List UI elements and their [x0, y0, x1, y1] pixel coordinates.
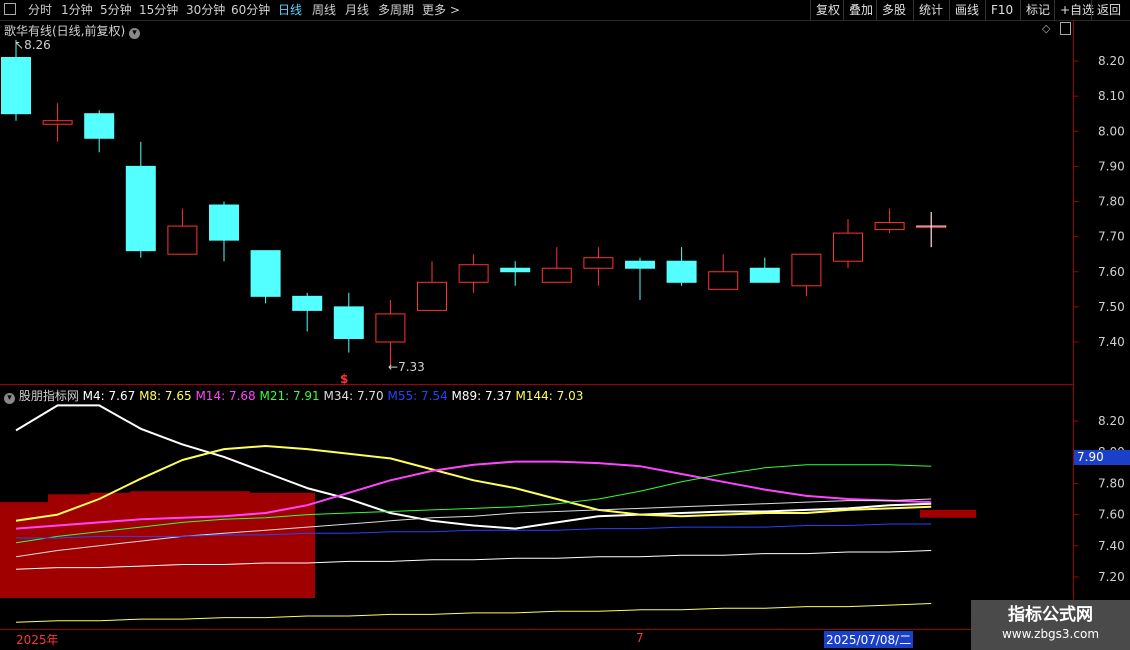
indicator-tick-label: 7.40 — [1098, 539, 1125, 553]
price-tick-label: 7.70 — [1098, 230, 1125, 244]
candle-down — [292, 295, 323, 311]
candles — [1, 39, 947, 367]
ma-legend-item: M8: 7.65 — [135, 389, 192, 403]
candle-down — [333, 306, 364, 339]
cursor-date: 2025/07/08/二 — [824, 631, 914, 648]
candle-up — [167, 225, 198, 255]
period-tab-1min[interactable]: 1分钟 — [61, 1, 93, 19]
ma-legend-item: M4: 7.67 — [82, 389, 136, 403]
price-tick-label: 8.10 — [1098, 89, 1125, 103]
price-panel-title: 歌华有线(日线,前复权) ▾ — [4, 22, 141, 39]
indicator-tick-label: 8.20 — [1098, 414, 1125, 428]
panel-toggle-icon[interactable] — [1060, 22, 1071, 35]
chevron-right-icon: > — [446, 3, 460, 17]
square-icon[interactable] — [4, 3, 16, 15]
watermark-url: www.zbgs3.com — [1001, 627, 1100, 641]
ma-legend-item: M55: 7.54 — [383, 389, 448, 403]
price-tick-label: 7.50 — [1098, 300, 1125, 314]
ma-legend: M4: 7.67 M8: 7.65 M14: 7.68 M21: 7.91 M3… — [83, 389, 584, 403]
y-axis-ticks: 8.20 8.10 8.00 7.90 7.80 7.70 7.60 7.50 7.40 8.20… — [1073, 54, 1125, 584]
candle-up — [541, 267, 572, 283]
candle-up — [833, 232, 863, 262]
period-tab-daily[interactable]: 日线 — [278, 1, 302, 19]
multi-stock-button[interactable]: 多股 — [876, 0, 911, 20]
indicator-tick-label: 7.20 — [1098, 570, 1125, 584]
ma-legend-item: M89: 7.37 — [447, 389, 512, 403]
candle-up — [375, 313, 406, 343]
volume-block-bar — [90, 492, 130, 598]
ma-line-m144 — [15, 603, 932, 623]
date-axis-start: 2025年 — [16, 633, 59, 647]
mark-button[interactable]: 标记 — [1020, 0, 1055, 20]
candle-down — [125, 165, 156, 252]
candle-up — [874, 222, 905, 231]
price-tick-label: 7.40 — [1098, 335, 1125, 349]
fuquan-button[interactable]: 复权 — [810, 0, 845, 20]
candle-down — [625, 260, 655, 269]
statistics-button[interactable]: 统计 — [913, 0, 948, 20]
overlay-button[interactable]: 叠加 — [843, 0, 878, 20]
indicator-tick-label: 7.80 — [1098, 476, 1125, 490]
period-tab-15min[interactable]: 15分钟 — [139, 1, 178, 19]
candle-down — [666, 260, 697, 283]
volume-block-bar — [130, 491, 170, 598]
watermark-title: 指标公式网 — [1008, 605, 1093, 625]
period-toolbar: 分时 1分钟 5分钟 15分钟 30分钟 60分钟 日线 周线 月线 多周期 更… — [0, 0, 1130, 21]
watermark: 指标公式网 www.zbgs3.com — [971, 600, 1130, 650]
candle-up — [42, 120, 73, 125]
period-tab-60min[interactable]: 60分钟 — [231, 1, 270, 19]
period-tab-multi[interactable]: 多周期 — [378, 1, 414, 19]
candle-up — [791, 253, 822, 287]
diamond-icon[interactable]: ◇ — [1042, 22, 1050, 35]
volume-block-bar — [210, 491, 250, 598]
more-label: 更多 — [422, 3, 447, 17]
volume-block-bar — [250, 492, 285, 598]
candle-up — [458, 264, 489, 283]
period-tab-5min[interactable]: 5分钟 — [100, 1, 132, 19]
chevron-down-icon[interactable]: ▾ — [129, 28, 141, 39]
ma-legend-item: M21: 7.91 — [255, 389, 320, 403]
volume-block-bar — [170, 491, 210, 598]
indicator-name: 股朋指标网 — [18, 389, 79, 403]
indicator-panel-title: ▾ 股朋指标网 M4: 7.67 M8: 7.65 M14: 7.68 M21:… — [4, 387, 583, 404]
period-tab-fenshi[interactable]: 分时 — [28, 1, 52, 19]
low-marker-value: 7.33 — [398, 360, 425, 374]
candle-down — [500, 267, 531, 273]
candle-down — [250, 250, 281, 297]
stock-title: 歌华有线(日线,前复权) — [4, 24, 126, 38]
back-button[interactable]: 返回 — [1091, 0, 1126, 20]
signal-dollar-mark: $ — [340, 372, 349, 386]
current-value-badge: 7.90 — [1074, 450, 1130, 465]
candle-down — [84, 113, 115, 139]
chevron-down-icon[interactable]: ▾ — [4, 393, 15, 404]
price-tick-label: 7.80 — [1098, 195, 1125, 209]
candle-up — [708, 271, 739, 290]
f10-button[interactable]: F10 — [985, 0, 1018, 20]
date-axis-month: 7 — [636, 631, 644, 645]
volume-block — [0, 491, 976, 598]
price-tick-label: 8.00 — [1098, 124, 1125, 138]
period-tab-30min[interactable]: 30分钟 — [186, 1, 225, 19]
price-tick-label: 7.60 — [1098, 265, 1125, 279]
candle-down — [209, 204, 239, 241]
ma-legend-item: M14: 7.68 — [191, 389, 256, 403]
kline-chart[interactable]: 8.20 8.10 8.00 7.90 7.80 7.70 7.60 7.50 7.40 8.20… — [0, 20, 1130, 650]
more-menu-button[interactable]: 更多 > — [422, 1, 460, 19]
price-tick-label: 8.20 — [1098, 54, 1125, 68]
low-marker: ←7.33 — [388, 360, 425, 374]
draw-line-button[interactable]: 画线 — [949, 0, 984, 20]
high-marker-value: 8.26 — [24, 38, 51, 52]
volume-block-bar — [920, 509, 976, 518]
candle-up — [583, 257, 614, 269]
price-tick-label: 7.90 — [1098, 159, 1125, 173]
ma-legend-item: M144: 7.03 — [511, 389, 584, 403]
period-tab-monthly[interactable]: 月线 — [345, 1, 369, 19]
candle-down — [749, 267, 780, 283]
candle-up — [417, 281, 447, 311]
ma-legend-item: M34: 7.70 — [319, 389, 384, 403]
indicator-tick-label: 7.60 — [1098, 508, 1125, 522]
high-marker: ↖8.26 — [14, 38, 51, 52]
candle-down — [1, 56, 31, 115]
period-tab-weekly[interactable]: 周线 — [312, 1, 336, 19]
